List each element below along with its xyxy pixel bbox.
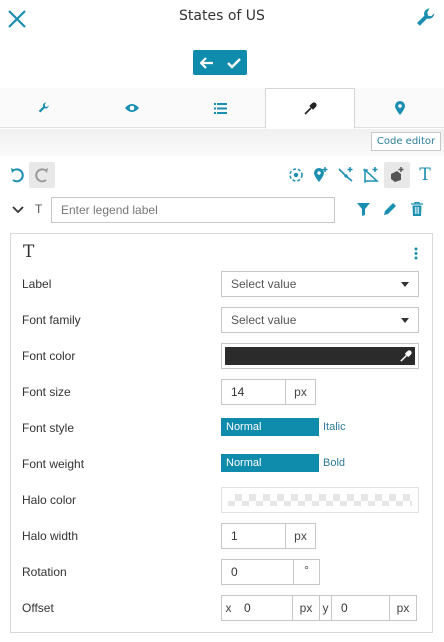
add-polygon-tool[interactable] — [358, 162, 384, 188]
label-select-value: Select value — [231, 277, 297, 291]
redo-button[interactable] — [29, 162, 55, 188]
tab-settings[interactable] — [0, 88, 88, 128]
add-marker-tool[interactable] — [308, 162, 334, 188]
text-tool-icon: T — [419, 165, 431, 185]
map-pin-icon — [394, 101, 405, 115]
add-line-icon — [338, 167, 353, 182]
font-color-picker[interactable] — [221, 343, 419, 369]
label-type-glyph: T — [35, 202, 43, 216]
wrench-icon — [38, 102, 49, 113]
legend-row: T — [0, 194, 444, 230]
check-icon — [226, 57, 241, 69]
offset-x-label: x — [221, 595, 235, 621]
font-size-label: Font size — [22, 385, 71, 399]
add-polygon-icon — [363, 167, 379, 183]
pencil-icon[interactable] — [383, 202, 397, 216]
action-button-group — [193, 50, 247, 75]
font-weight-normal-option[interactable]: Normal — [221, 454, 319, 472]
add-label-tool[interactable] — [384, 162, 410, 188]
offset-y-label: y — [320, 595, 332, 621]
caret-down-icon — [401, 318, 409, 323]
font-size-unit: px — [286, 379, 316, 405]
font-family-select[interactable]: Select value — [221, 307, 419, 333]
text-symbol-icon: T — [23, 242, 35, 262]
header: States of US — [0, 0, 444, 46]
arrow-left-icon — [199, 56, 213, 69]
undo-button[interactable] — [4, 162, 30, 188]
add-line-tool[interactable] — [333, 162, 359, 188]
target-point-icon — [289, 168, 303, 182]
back-button[interactable] — [193, 50, 220, 75]
rotation-unit: ° — [294, 559, 320, 585]
page-title: States of US — [179, 8, 265, 24]
font-size-input[interactable]: 14 — [221, 379, 286, 405]
font-color-label: Font color — [22, 349, 76, 363]
list-icon — [213, 102, 227, 114]
rotation-label: Rotation — [22, 565, 67, 579]
tab-bar — [0, 88, 444, 129]
halo-width-unit: px — [286, 523, 316, 549]
tab-visibility[interactable] — [88, 88, 176, 128]
transparent-swatch — [228, 494, 412, 506]
more-vertical-icon[interactable] — [414, 247, 418, 260]
offset-y-unit: px — [390, 595, 417, 621]
chevron-down-icon[interactable] — [12, 206, 24, 214]
font-color-swatch — [225, 347, 415, 365]
undo-icon — [11, 168, 24, 183]
offset-y-input[interactable]: 0 — [332, 595, 390, 621]
eyedropper-icon — [304, 101, 317, 115]
text-tool[interactable]: T — [412, 162, 438, 188]
redo-icon — [35, 168, 48, 183]
font-style-normal-option[interactable]: Normal — [221, 418, 319, 436]
halo-color-picker[interactable] — [221, 487, 419, 513]
wrench-icon[interactable] — [414, 6, 438, 30]
halo-width-input[interactable]: 1 — [221, 523, 286, 549]
label-field-label: Label — [22, 277, 52, 291]
halo-color-label: Halo color — [22, 493, 77, 507]
halo-width-label: Halo width — [22, 529, 79, 543]
offset-label: Offset — [22, 601, 54, 615]
font-family-label: Font family — [22, 313, 81, 327]
font-style-label: Font style — [22, 421, 75, 435]
eyedropper-icon — [400, 350, 412, 362]
eye-icon — [125, 104, 139, 112]
font-weight-label: Font weight — [22, 457, 85, 471]
offset-x-input[interactable]: 0 — [235, 595, 293, 621]
label-style-panel: T Label Select value Font family Select … — [10, 233, 433, 633]
legend-label-input[interactable] — [51, 197, 335, 223]
add-point-tool[interactable] — [283, 162, 309, 188]
font-family-select-value: Select value — [231, 313, 297, 327]
add-shape-icon — [391, 167, 404, 182]
tab-list[interactable] — [176, 88, 264, 128]
editing-toolbar: T — [0, 160, 444, 190]
tab-location[interactable] — [355, 88, 444, 128]
label-select[interactable]: Select value — [221, 271, 419, 297]
add-marker-icon — [314, 167, 328, 182]
trash-icon[interactable] — [411, 202, 423, 216]
filter-icon[interactable] — [357, 203, 370, 216]
apply-button[interactable] — [220, 50, 247, 75]
font-weight-bold-option[interactable]: Bold — [323, 454, 345, 472]
tab-style[interactable] — [265, 88, 355, 129]
caret-down-icon — [401, 282, 409, 287]
font-style-italic-option[interactable]: Italic — [323, 418, 346, 436]
rotation-input[interactable]: 0 — [221, 559, 294, 585]
code-editor-button[interactable]: Code editor — [371, 132, 441, 151]
offset-x-unit: px — [293, 595, 320, 621]
